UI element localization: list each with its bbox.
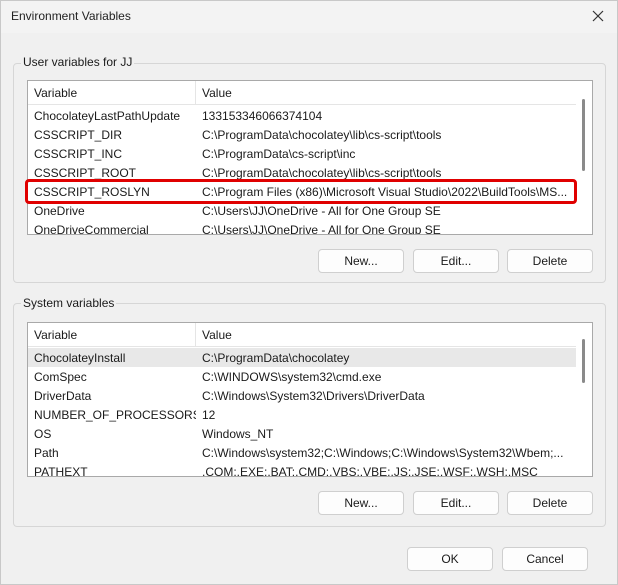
environment-variables-window: Environment Variables User variables for… (0, 0, 618, 585)
variable-value: 133153346066374104 (202, 108, 323, 123)
variable-name: ChocolateyInstall (34, 350, 126, 365)
table-row[interactable]: OneDriveCommercial C:\Users\JJ\OneDrive … (28, 220, 576, 235)
user-variables-list[interactable]: Variable Value ChocolateyLastPathUpdate … (27, 80, 593, 235)
variable-name: ChocolateyLastPathUpdate (34, 108, 181, 123)
highlight-annotation (25, 179, 577, 204)
table-row-selected[interactable]: ChocolateyInstall C:\ProgramData\chocola… (28, 348, 576, 367)
variable-name: OneDriveCommercial (34, 222, 149, 235)
scrollbar-thumb[interactable] (582, 99, 585, 171)
system-new-button[interactable]: New... (318, 491, 404, 515)
variable-name: OS (34, 426, 52, 441)
variable-value: C:\ProgramData\cs-script\inc (202, 146, 356, 161)
vertical-scrollbar[interactable] (576, 81, 592, 234)
user-new-button[interactable]: New... (318, 249, 404, 273)
variable-name: CSSCRIPT_INC (34, 146, 123, 161)
variable-name: OneDrive (34, 203, 85, 218)
column-header-value[interactable]: Value (196, 81, 576, 104)
variable-name: Path (34, 445, 59, 460)
variable-value: C:\ProgramData\chocolatey (202, 350, 350, 365)
variable-name: CSSCRIPT_DIR (34, 127, 123, 142)
table-row[interactable]: CSSCRIPT_INC C:\ProgramData\cs-script\in… (28, 144, 576, 163)
scrollbar-thumb[interactable] (582, 339, 585, 383)
close-button[interactable] (585, 4, 611, 28)
table-row[interactable]: NUMBER_OF_PROCESSORS 12 (28, 405, 576, 424)
variable-value: .COM;.EXE;.BAT;.CMD;.VBS;.VBE;.JS;.JSE;.… (202, 464, 538, 477)
variable-value: C:\ProgramData\chocolatey\lib\cs-script\… (202, 165, 442, 180)
variable-value: C:\WINDOWS\system32\cmd.exe (202, 369, 382, 384)
variable-value: C:\Users\JJ\OneDrive - All for One Group… (202, 222, 441, 235)
user-variables-label: User variables for JJ (21, 55, 135, 69)
variable-value: C:\Windows\system32;C:\Windows;C:\Window… (202, 445, 564, 460)
table-row[interactable]: ComSpec C:\WINDOWS\system32\cmd.exe (28, 367, 576, 386)
system-variables-label: System variables (21, 296, 117, 310)
system-edit-button[interactable]: Edit... (413, 491, 499, 515)
user-delete-button[interactable]: Delete (507, 249, 593, 273)
column-header-variable[interactable]: Variable (28, 323, 196, 346)
system-variables-list[interactable]: Variable Value ChocolateyInstall C:\Prog… (27, 322, 593, 477)
table-row[interactable]: PATHEXT .COM;.EXE;.BAT;.CMD;.VBS;.VBE;.J… (28, 462, 576, 477)
table-row[interactable]: CSSCRIPT_DIR C:\ProgramData\chocolatey\l… (28, 125, 576, 144)
variable-name: CSSCRIPT_ROOT (34, 165, 137, 180)
user-edit-button[interactable]: Edit... (413, 249, 499, 273)
vertical-scrollbar[interactable] (576, 323, 592, 476)
column-header-variable[interactable]: Variable (28, 81, 196, 104)
variable-value: 12 (202, 407, 216, 422)
close-icon (592, 10, 604, 22)
variable-name: ComSpec (34, 369, 87, 384)
variable-name: NUMBER_OF_PROCESSORS (34, 407, 196, 422)
system-delete-button[interactable]: Delete (507, 491, 593, 515)
ok-button[interactable]: OK (407, 547, 493, 571)
variable-name: PATHEXT (34, 464, 88, 477)
title-bar: Environment Variables (1, 1, 617, 33)
column-header-value[interactable]: Value (196, 323, 576, 346)
table-row[interactable]: OS Windows_NT (28, 424, 576, 443)
user-variables-header: Variable Value (28, 81, 576, 105)
variable-value: C:\Users\JJ\OneDrive - All for One Group… (202, 203, 441, 218)
table-row[interactable]: DriverData C:\Windows\System32\Drivers\D… (28, 386, 576, 405)
variable-value: C:\ProgramData\chocolatey\lib\cs-script\… (202, 127, 442, 142)
system-variables-header: Variable Value (28, 323, 576, 347)
variable-value: Windows_NT (202, 426, 274, 441)
cancel-button[interactable]: Cancel (502, 547, 588, 571)
table-row[interactable]: ChocolateyLastPathUpdate 133153346066374… (28, 106, 576, 125)
variable-name: DriverData (34, 388, 92, 403)
variable-value: C:\Windows\System32\Drivers\DriverData (202, 388, 425, 403)
table-row[interactable]: Path C:\Windows\system32;C:\Windows;C:\W… (28, 443, 576, 462)
window-title: Environment Variables (11, 9, 131, 23)
